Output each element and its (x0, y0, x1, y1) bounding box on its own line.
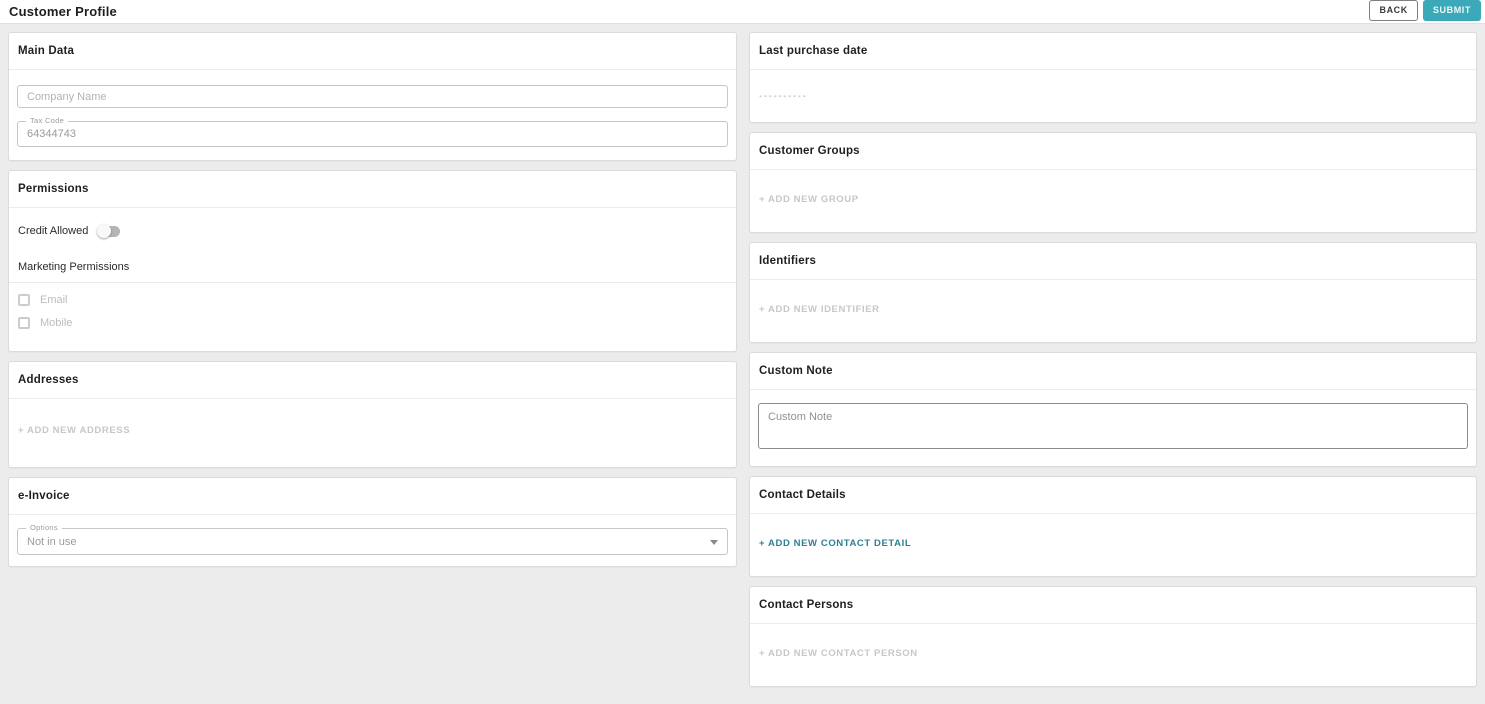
tax-code-field[interactable]: Tax Code (17, 121, 728, 147)
last-purchase-date-card: Last purchase date ---------- (749, 32, 1477, 123)
tax-code-input[interactable] (27, 128, 718, 140)
add-new-contact-person-button[interactable]: + ADD NEW CONTACT PERSON (759, 648, 918, 659)
add-new-identifier-button[interactable]: + ADD NEW IDENTIFIER (759, 304, 880, 315)
last-purchase-date-title: Last purchase date (750, 33, 1476, 70)
email-checkbox-label: Email (40, 294, 68, 306)
contact-details-card: Contact Details + ADD NEW CONTACT DETAIL (749, 476, 1477, 577)
identifiers-card: Identifiers + ADD NEW IDENTIFIER (749, 242, 1477, 343)
add-new-contact-detail-button[interactable]: + ADD NEW CONTACT DETAIL (759, 538, 911, 549)
addresses-title: Addresses (9, 362, 736, 399)
topbar-actions: BACK SUBMIT (1369, 0, 1481, 23)
customer-groups-card: Customer Groups + ADD NEW GROUP (749, 132, 1477, 233)
main-data-title: Main Data (9, 33, 736, 70)
add-new-address-button[interactable]: + ADD NEW ADDRESS (18, 425, 130, 436)
add-new-group-button[interactable]: + ADD NEW GROUP (759, 194, 859, 205)
contact-persons-title: Contact Persons (750, 587, 1476, 624)
custom-note-card: Custom Note (749, 352, 1477, 467)
customer-groups-title: Customer Groups (750, 133, 1476, 170)
contact-details-body: + ADD NEW CONTACT DETAIL (750, 514, 1476, 576)
einvoice-card: e-Invoice Options Not in use (8, 477, 737, 567)
main-data-body: Tax Code (9, 70, 736, 160)
custom-note-body (750, 390, 1476, 466)
credit-allowed-row: Credit Allowed (18, 225, 727, 237)
identifiers-body: + ADD NEW IDENTIFIER (750, 280, 1476, 342)
top-bar: Customer Profile BACK SUBMIT (0, 0, 1485, 24)
contact-persons-card: Contact Persons + ADD NEW CONTACT PERSON (749, 586, 1477, 687)
contact-details-title: Contact Details (750, 477, 1476, 514)
right-column: Last purchase date ---------- Customer G… (749, 32, 1477, 696)
page-title: Customer Profile (9, 4, 117, 19)
toggle-thumb-icon (97, 224, 111, 238)
contact-persons-body: + ADD NEW CONTACT PERSON (750, 624, 1476, 686)
custom-note-textarea[interactable] (758, 403, 1468, 449)
chevron-down-icon (710, 540, 718, 545)
permissions-title: Permissions (9, 171, 736, 208)
tax-code-label: Tax Code (26, 117, 68, 125)
einvoice-selected-value: Not in use (27, 536, 77, 548)
einvoice-body: Options Not in use (9, 515, 736, 566)
submit-button[interactable]: SUBMIT (1423, 0, 1481, 21)
einvoice-options-label: Options (26, 524, 62, 532)
permissions-body: Credit Allowed Marketing Permissions Ema… (9, 208, 736, 351)
permissions-card: Permissions Credit Allowed Marketing Per… (8, 170, 737, 352)
left-column: Main Data Tax Code Permissions Credit Al… (8, 32, 737, 576)
email-checkbox[interactable] (18, 294, 30, 306)
mobile-checkbox[interactable] (18, 317, 30, 329)
custom-note-title: Custom Note (750, 353, 1476, 390)
einvoice-options-select[interactable]: Options Not in use (17, 528, 728, 555)
main-data-card: Main Data Tax Code (8, 32, 737, 161)
divider (9, 282, 736, 283)
mobile-checkbox-row[interactable]: Mobile (18, 317, 727, 329)
credit-allowed-toggle[interactable] (99, 226, 120, 237)
content-columns: Main Data Tax Code Permissions Credit Al… (0, 24, 1485, 704)
back-button[interactable]: BACK (1369, 0, 1417, 21)
einvoice-title: e-Invoice (9, 478, 736, 515)
addresses-body: + ADD NEW ADDRESS (9, 399, 736, 467)
customer-groups-body: + ADD NEW GROUP (750, 170, 1476, 232)
email-checkbox-row[interactable]: Email (18, 294, 727, 306)
last-purchase-date-value: ---------- (759, 91, 807, 102)
company-name-input[interactable] (17, 85, 728, 108)
last-purchase-date-body: ---------- (750, 70, 1476, 122)
identifiers-title: Identifiers (750, 243, 1476, 280)
marketing-permissions-label: Marketing Permissions (18, 261, 727, 273)
mobile-checkbox-label: Mobile (40, 317, 72, 329)
addresses-card: Addresses + ADD NEW ADDRESS (8, 361, 737, 468)
credit-allowed-label: Credit Allowed (18, 225, 88, 237)
